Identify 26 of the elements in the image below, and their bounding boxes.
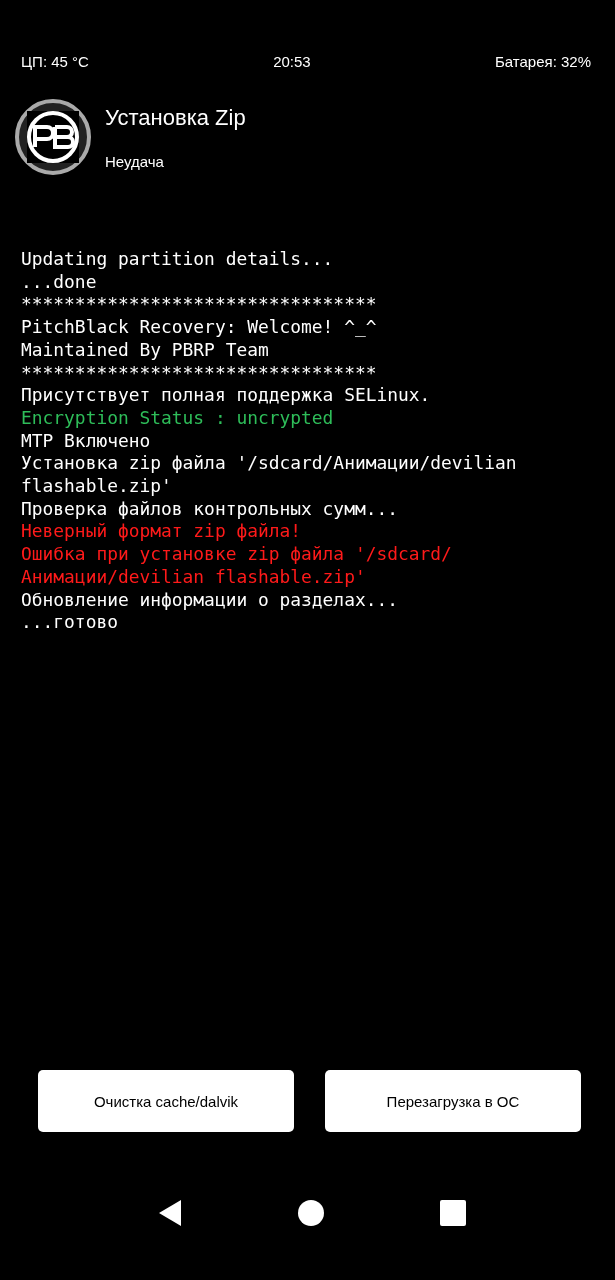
status-text: Неудача	[105, 152, 165, 170]
battery-level: Батарея: 32%	[494, 53, 591, 72]
log-line: Encryption Status : uncrypted	[21, 406, 335, 430]
log-line: Неверный формат zip файла!	[21, 520, 303, 544]
log-line: ...done	[21, 270, 98, 294]
screen-title: Установка Zip	[105, 104, 246, 131]
action-button[interactable]: Перезагрузка в ОС	[325, 1070, 581, 1132]
log-line: ...готово	[21, 611, 119, 634]
log-line: Установка zip файла '/sdcard/Анимации/devilian flashable.zip'	[21, 452, 518, 498]
log-line: *********************************	[21, 361, 378, 385]
log-line: Проверка файлов контрольных сумм...	[21, 497, 399, 521]
recents-icon[interactable]	[439, 1200, 466, 1226]
log-line: PitchBlack Recovery: Welcome! ^_^	[21, 316, 378, 339]
home-icon[interactable]	[297, 1199, 326, 1227]
log-line: MTP Включено	[21, 429, 152, 453]
logo-icon	[15, 99, 91, 175]
log-line: *********************************	[21, 293, 378, 317]
back-icon[interactable]	[157, 1199, 184, 1227]
log-line: Обновление информации о разделах...	[21, 588, 399, 612]
action-button[interactable]: Очистка cache/dalvik	[38, 1070, 294, 1132]
log-line: Присутствует полная поддержка SELinux.	[21, 384, 432, 407]
log-line: Maintained By PBRP Team	[21, 338, 270, 362]
log-line: Ошибка при установке zip файла '/sdcard/Анимации/devilian flashable.zip'	[21, 543, 453, 589]
cpu-temperature: ЦП: 45 °C	[21, 53, 89, 72]
log-line: Updating partition details...	[21, 248, 335, 271]
clock: 20:53	[273, 53, 311, 72]
